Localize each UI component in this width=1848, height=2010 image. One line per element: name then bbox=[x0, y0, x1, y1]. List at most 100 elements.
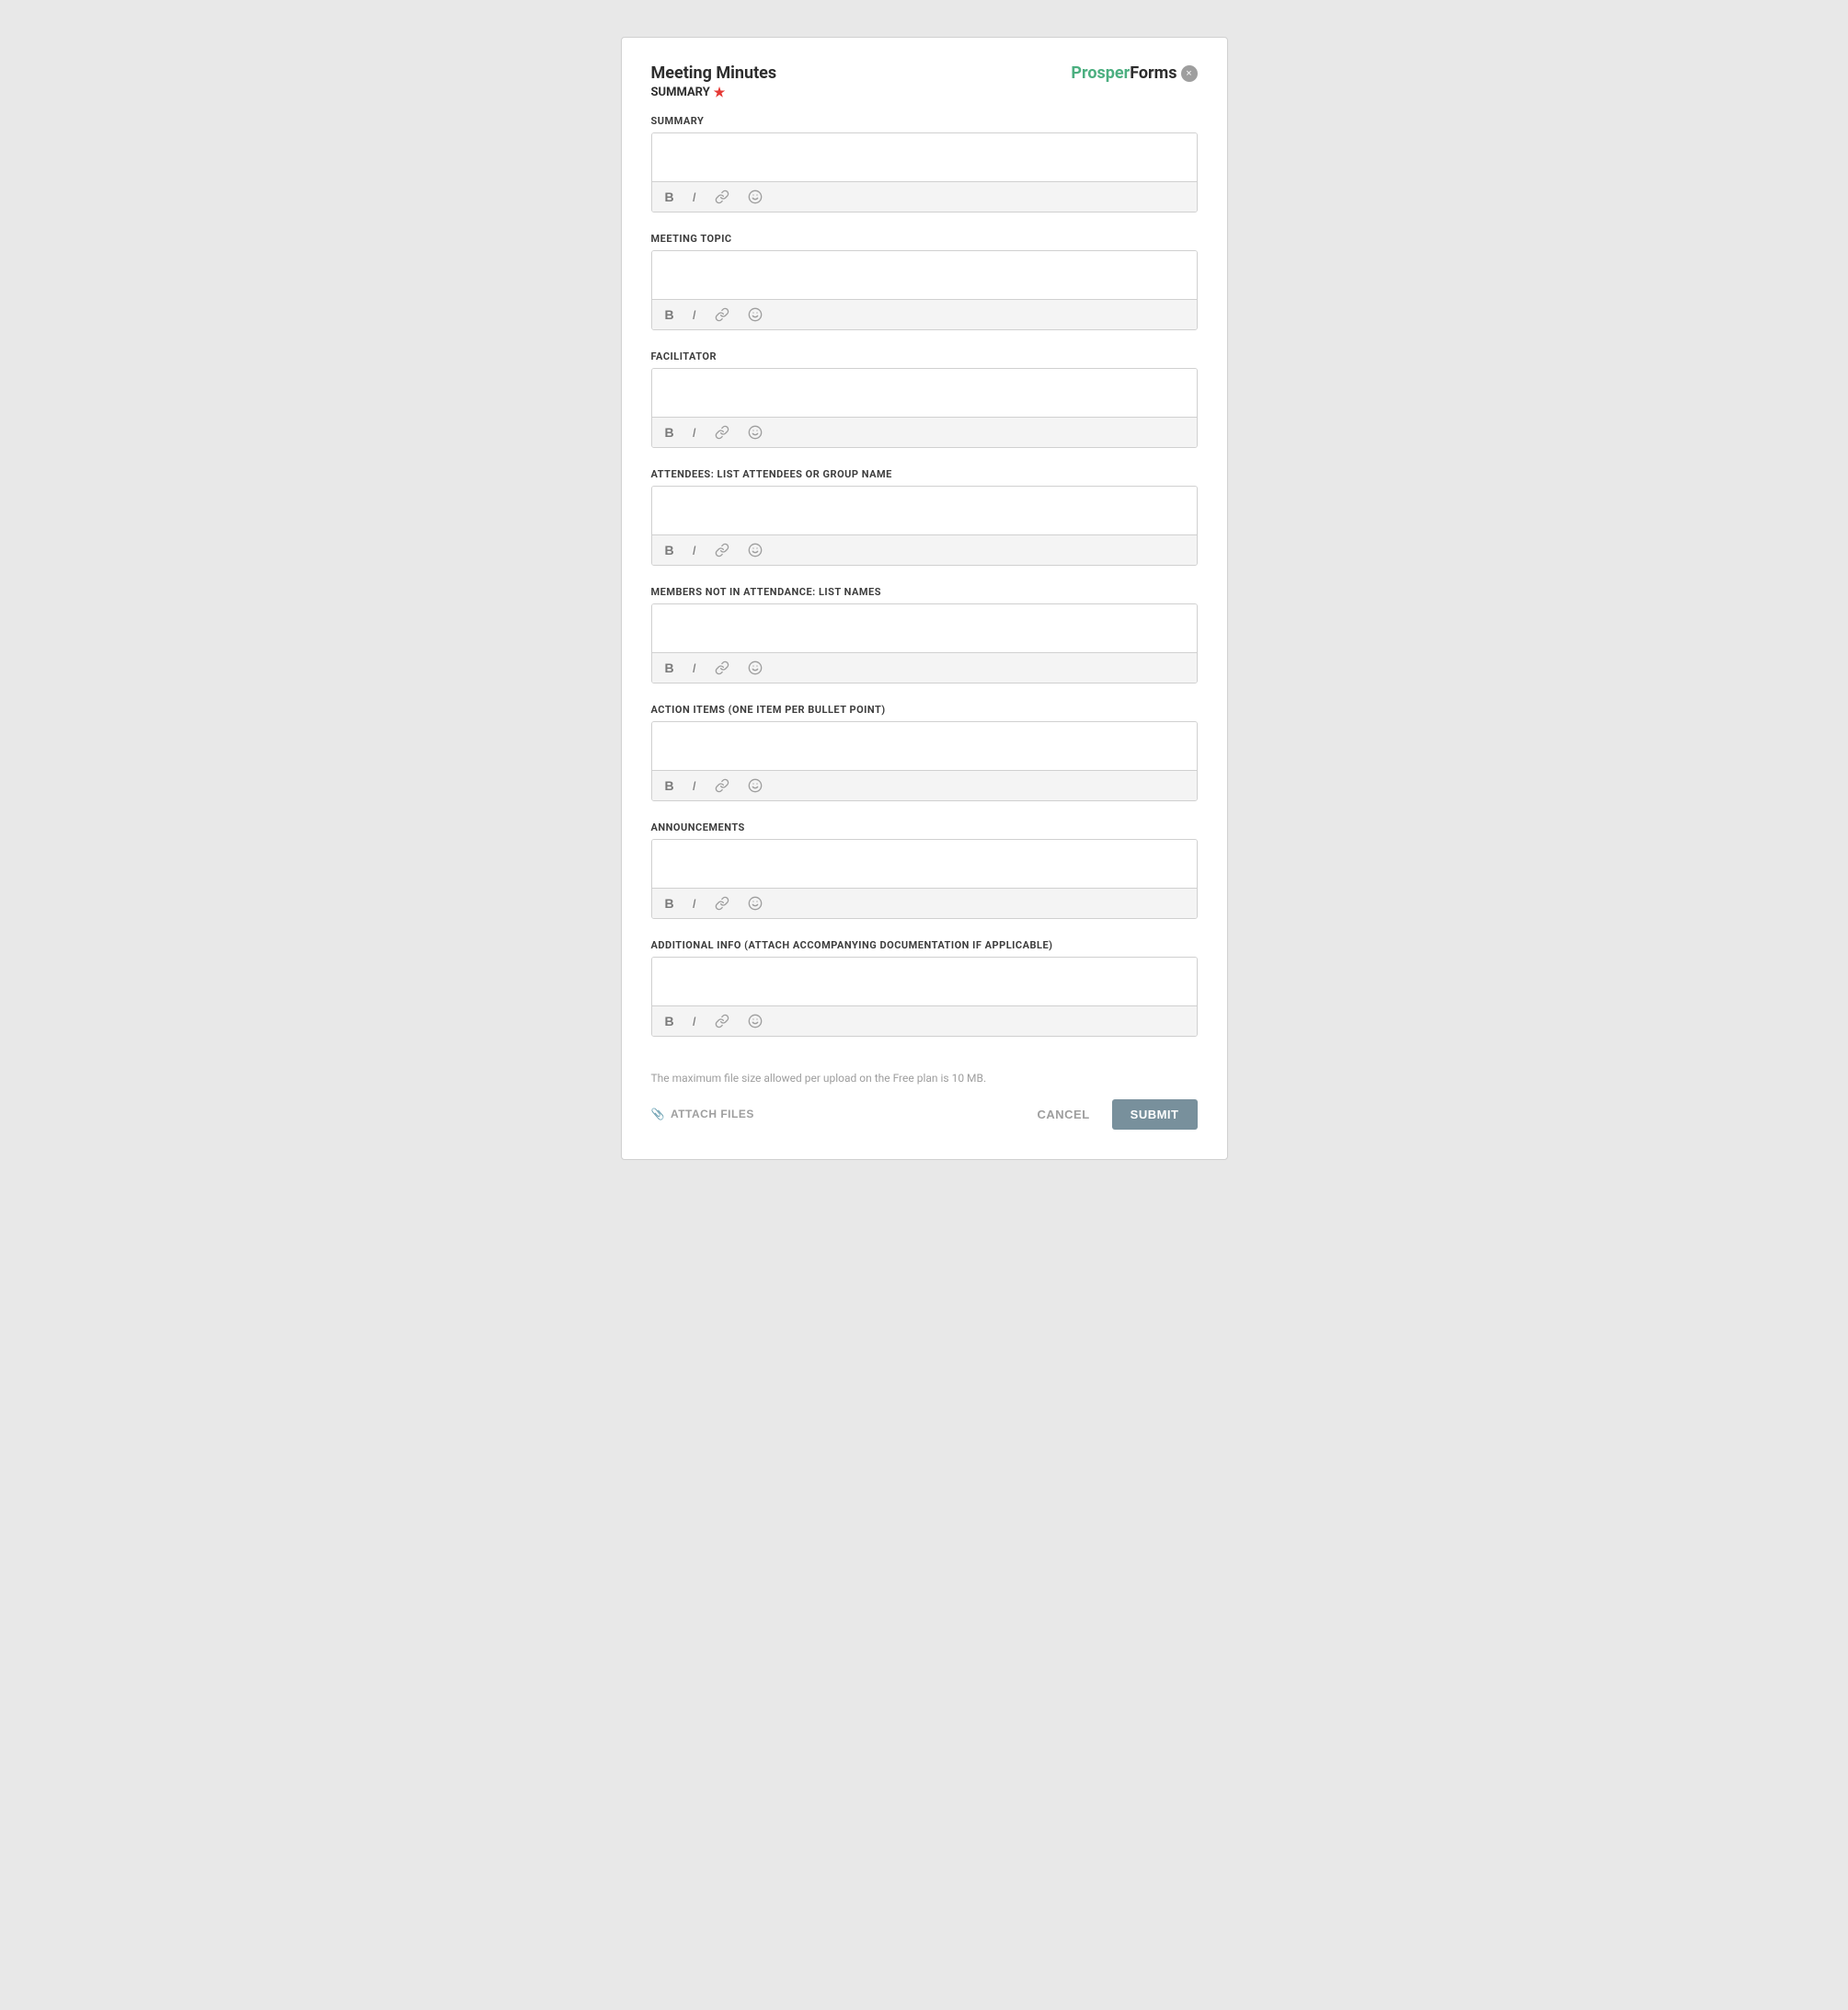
link-button-attendees[interactable] bbox=[711, 541, 733, 559]
italic-button-summary[interactable]: I bbox=[689, 189, 700, 205]
link-button-meeting_topic[interactable] bbox=[711, 305, 733, 324]
attach-files-button[interactable]: 📎 ATTACH FILES bbox=[651, 1108, 754, 1120]
editor-toolbar-action_items: BI bbox=[652, 770, 1197, 800]
bold-button-facilitator[interactable]: B bbox=[661, 424, 678, 441]
editor-toolbar-announcements: BI bbox=[652, 888, 1197, 918]
editor-textarea-meeting_topic[interactable] bbox=[652, 251, 1197, 299]
editor-textarea-announcements[interactable] bbox=[652, 840, 1197, 888]
footer-right-actions: CANCEL SUBMIT bbox=[1026, 1099, 1197, 1130]
close-button[interactable]: × bbox=[1181, 65, 1198, 82]
emoji-icon bbox=[748, 425, 763, 440]
paperclip-icon: 📎 bbox=[651, 1108, 665, 1120]
emoji-button-summary[interactable] bbox=[744, 188, 766, 206]
editor-wrapper-action_items: BI bbox=[651, 721, 1198, 801]
file-size-note: The maximum file size allowed per upload… bbox=[651, 1072, 1198, 1085]
editor-textarea-action_items[interactable] bbox=[652, 722, 1197, 770]
editor-textarea-attendees[interactable] bbox=[652, 487, 1197, 534]
emoji-button-meeting_topic[interactable] bbox=[744, 305, 766, 324]
footer-actions: 📎 ATTACH FILES CANCEL SUBMIT bbox=[651, 1099, 1198, 1130]
italic-button-announcements[interactable]: I bbox=[689, 895, 700, 912]
field-section-members_not_attending: MEMBERS NOT IN ATTENDANCE: LIST NAMESBI bbox=[651, 586, 1198, 683]
link-button-facilitator[interactable] bbox=[711, 423, 733, 442]
italic-button-members_not_attending[interactable]: I bbox=[689, 660, 700, 676]
italic-button-facilitator[interactable]: I bbox=[689, 424, 700, 441]
link-icon bbox=[715, 660, 729, 675]
italic-button-additional_info[interactable]: I bbox=[689, 1013, 700, 1029]
footer-section: The maximum file size allowed per upload… bbox=[651, 1057, 1198, 1130]
cancel-button[interactable]: CANCEL bbox=[1026, 1100, 1100, 1129]
field-section-action_items: ACTION ITEMS (ONE ITEM PER BULLET POINT)… bbox=[651, 704, 1198, 801]
bold-button-action_items[interactable]: B bbox=[661, 777, 678, 794]
logo-forms: Forms bbox=[1130, 63, 1177, 83]
emoji-icon bbox=[748, 543, 763, 557]
required-star: ★ bbox=[714, 86, 726, 100]
link-icon bbox=[715, 307, 729, 322]
link-button-members_not_attending[interactable] bbox=[711, 659, 733, 677]
emoji-icon bbox=[748, 1014, 763, 1028]
editor-toolbar-summary: BI bbox=[652, 181, 1197, 212]
emoji-icon bbox=[748, 307, 763, 322]
submit-button[interactable]: SUBMIT bbox=[1112, 1099, 1198, 1130]
italic-button-attendees[interactable]: I bbox=[689, 542, 700, 558]
editor-toolbar-attendees: BI bbox=[652, 534, 1197, 565]
field-section-facilitator: FACILITATORBI bbox=[651, 350, 1198, 448]
bold-button-announcements[interactable]: B bbox=[661, 895, 678, 912]
emoji-button-attendees[interactable] bbox=[744, 541, 766, 559]
editor-wrapper-additional_info: BI bbox=[651, 957, 1198, 1037]
field-label-meeting_topic: MEETING TOPIC bbox=[651, 233, 1198, 245]
field-section-summary: SUMMARYBI bbox=[651, 115, 1198, 212]
emoji-button-members_not_attending[interactable] bbox=[744, 659, 766, 677]
emoji-icon bbox=[748, 896, 763, 911]
attach-label: ATTACH FILES bbox=[671, 1108, 754, 1120]
link-icon bbox=[715, 896, 729, 911]
field-section-announcements: ANNOUNCEMENTSBI bbox=[651, 821, 1198, 919]
field-section-additional_info: ADDITIONAL INFO (ATTACH ACCOMPANYING DOC… bbox=[651, 939, 1198, 1037]
bold-button-summary[interactable]: B bbox=[661, 189, 678, 205]
emoji-icon bbox=[748, 778, 763, 793]
bold-button-meeting_topic[interactable]: B bbox=[661, 306, 678, 323]
editor-wrapper-announcements: BI bbox=[651, 839, 1198, 919]
logo-prosper: Prosper bbox=[1071, 63, 1130, 83]
editor-textarea-facilitator[interactable] bbox=[652, 369, 1197, 417]
editor-wrapper-members_not_attending: BI bbox=[651, 603, 1198, 683]
editor-wrapper-meeting_topic: BI bbox=[651, 250, 1198, 330]
link-icon bbox=[715, 778, 729, 793]
link-button-additional_info[interactable] bbox=[711, 1012, 733, 1030]
field-label-additional_info: ADDITIONAL INFO (ATTACH ACCOMPANYING DOC… bbox=[651, 939, 1198, 951]
emoji-icon bbox=[748, 190, 763, 204]
italic-button-meeting_topic[interactable]: I bbox=[689, 306, 700, 323]
emoji-button-action_items[interactable] bbox=[744, 776, 766, 795]
form-subtitle: SUMMARY ★ bbox=[651, 86, 777, 100]
link-icon bbox=[715, 190, 729, 204]
editor-wrapper-facilitator: BI bbox=[651, 368, 1198, 448]
link-button-action_items[interactable] bbox=[711, 776, 733, 795]
logo-wrapper: Prosper Forms × bbox=[1071, 63, 1197, 83]
logo: Prosper Forms bbox=[1071, 63, 1177, 83]
editor-textarea-additional_info[interactable] bbox=[652, 958, 1197, 1005]
field-section-attendees: ATTENDEES: LIST ATTENDEES OR GROUP NAMEB… bbox=[651, 468, 1198, 566]
link-button-summary[interactable] bbox=[711, 188, 733, 206]
link-icon bbox=[715, 1014, 729, 1028]
editor-toolbar-facilitator: BI bbox=[652, 417, 1197, 447]
editor-toolbar-members_not_attending: BI bbox=[652, 652, 1197, 683]
italic-button-action_items[interactable]: I bbox=[689, 777, 700, 794]
bold-button-additional_info[interactable]: B bbox=[661, 1013, 678, 1029]
editor-toolbar-additional_info: BI bbox=[652, 1005, 1197, 1036]
editor-textarea-summary[interactable] bbox=[652, 133, 1197, 181]
title-block: Meeting Minutes SUMMARY ★ bbox=[651, 63, 777, 100]
form-title: Meeting Minutes bbox=[651, 63, 777, 84]
emoji-button-additional_info[interactable] bbox=[744, 1012, 766, 1030]
editor-textarea-members_not_attending[interactable] bbox=[652, 604, 1197, 652]
emoji-icon bbox=[748, 660, 763, 675]
link-button-announcements[interactable] bbox=[711, 894, 733, 913]
editor-wrapper-attendees: BI bbox=[651, 486, 1198, 566]
field-section-meeting_topic: MEETING TOPIC BI bbox=[651, 233, 1198, 330]
bold-button-attendees[interactable]: B bbox=[661, 542, 678, 558]
editor-wrapper-summary: BI bbox=[651, 132, 1198, 212]
fields-container: SUMMARYBIMEETING TOPICBIFACILITATORBIATT… bbox=[651, 115, 1198, 1037]
link-icon bbox=[715, 543, 729, 557]
emoji-button-facilitator[interactable] bbox=[744, 423, 766, 442]
bold-button-members_not_attending[interactable]: B bbox=[661, 660, 678, 676]
emoji-button-announcements[interactable] bbox=[744, 894, 766, 913]
editor-toolbar-meeting_topic: BI bbox=[652, 299, 1197, 329]
